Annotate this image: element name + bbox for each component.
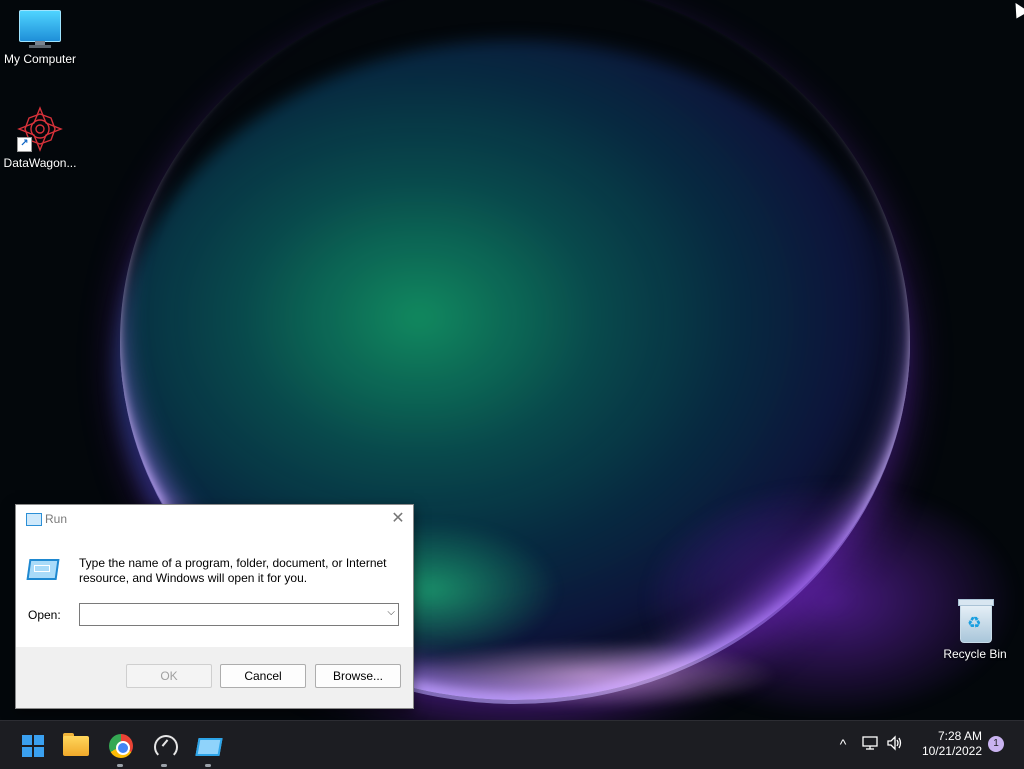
chevron-down-icon[interactable]: ⌵: [387, 607, 395, 618]
desktop-icon-label: DataWagon...: [3, 156, 77, 170]
wallpaper-glow-ring: [400, 640, 780, 710]
datawagon-icon: ↗: [17, 106, 63, 152]
desktop-icon-datawagon[interactable]: ↗ DataWagon...: [0, 106, 80, 170]
close-button[interactable]: ✕: [383, 505, 413, 533]
open-label-text: Open:: [28, 608, 61, 622]
run-body: Type the name of a program, folder, docu…: [16, 534, 413, 647]
run-title: Run: [45, 512, 68, 526]
open-input[interactable]: ⌵: [79, 603, 399, 626]
network-icon[interactable]: [861, 735, 879, 753]
open-label: Open:: [28, 608, 61, 622]
browse-button[interactable]: Browse...: [315, 664, 401, 688]
desktop-icon-label: My Computer: [3, 52, 77, 66]
clock-time: 7:28 AM: [937, 729, 982, 743]
run-footer: OK Cancel Browse...: [16, 647, 413, 707]
run-title-bar[interactable]: Run ✕: [16, 505, 413, 534]
run-description: Type the name of a program, folder, docu…: [79, 556, 387, 585]
notification-badge[interactable]: 1: [988, 736, 1004, 752]
volume-icon[interactable]: [886, 735, 904, 753]
system-tray: ^ 7:28 AM 10/21/2022 1: [0, 721, 1024, 769]
desktop-icon-my-computer[interactable]: My Computer: [0, 10, 80, 66]
recycle-bin-icon: ♻: [955, 597, 995, 643]
run-dialog: Run ✕ Type the name of a program, folder…: [15, 504, 414, 709]
clock[interactable]: 7:28 AM 10/21/2022: [912, 729, 982, 759]
run-icon: [26, 559, 60, 580]
ok-button[interactable]: OK: [126, 664, 212, 688]
desktop-icon-label: Recycle Bin: [943, 647, 1007, 661]
desktop-icon-recycle-bin[interactable]: ♻ Recycle Bin: [935, 597, 1015, 661]
taskbar: ^ 7:28 AM 10/21/2022 1: [0, 720, 1024, 769]
clock-date: 10/21/2022: [921, 744, 982, 758]
cancel-button[interactable]: Cancel: [220, 664, 306, 688]
monitor-icon: [19, 10, 61, 48]
show-hidden-icons-button[interactable]: ^: [834, 735, 852, 753]
run-icon: [26, 513, 42, 526]
shortcut-arrow-icon: ↗: [17, 137, 32, 152]
